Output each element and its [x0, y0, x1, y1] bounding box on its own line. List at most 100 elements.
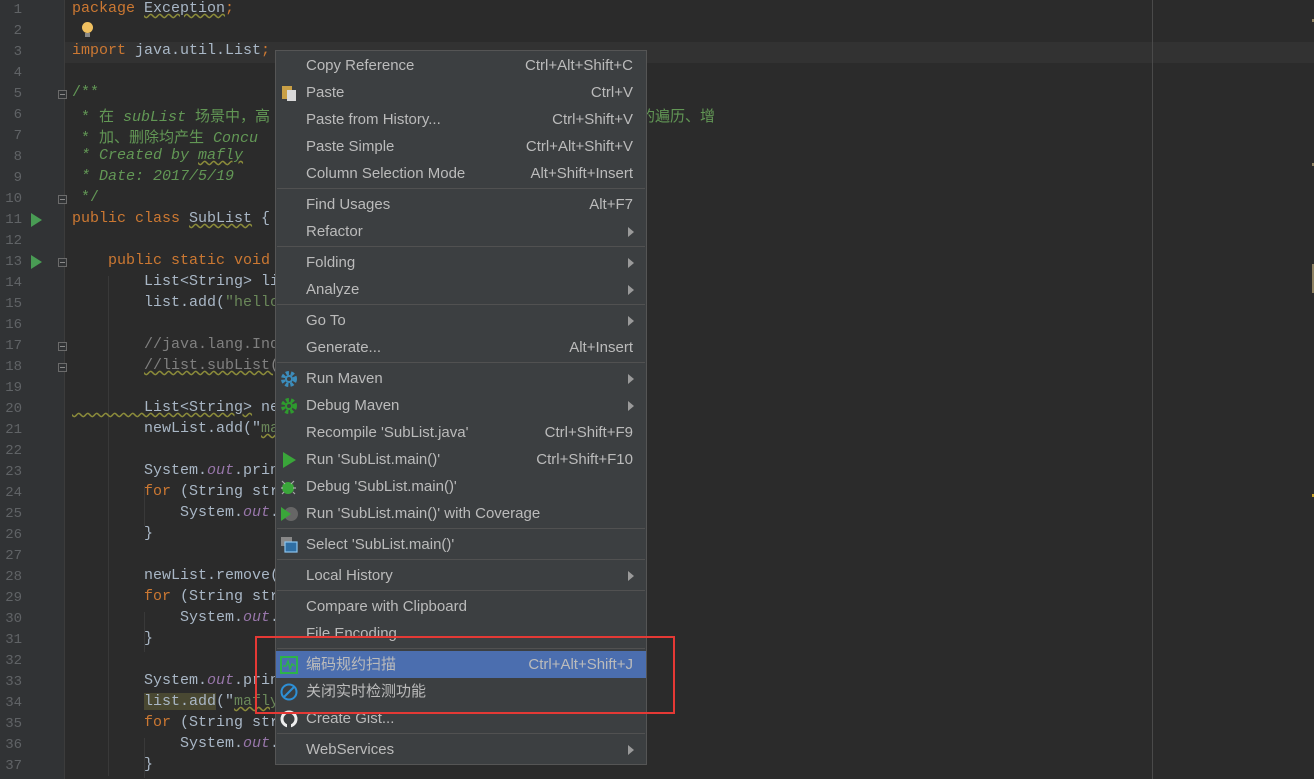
code-line[interactable]: public class SubList { — [72, 210, 270, 231]
code-line[interactable]: } — [72, 525, 153, 546]
menu-item-paste-simple[interactable]: Paste SimpleCtrl+Alt+Shift+V — [276, 133, 646, 160]
code-token: ; — [261, 42, 270, 59]
fold-marker-icon[interactable] — [58, 363, 67, 372]
code-line[interactable]: for (String str — [72, 483, 279, 504]
menu-item-find-usages[interactable]: Find UsagesAlt+F7 — [276, 191, 646, 218]
menu-item-generate[interactable]: Generate...Alt+Insert — [276, 334, 646, 361]
code-token: Exception — [144, 0, 225, 17]
menu-item-refactor[interactable]: Refactor — [276, 218, 646, 245]
menu-item-paste-from-history[interactable]: Paste from History...Ctrl+Shift+V — [276, 106, 646, 133]
code-line[interactable]: newList.remove( — [72, 567, 279, 588]
menu-item-shortcut: Ctrl+Shift+F10 — [536, 446, 633, 473]
code-line[interactable]: List<String> ne — [72, 399, 279, 420]
menu-item-shortcut: Ctrl+V — [591, 79, 633, 106]
menu-item-webservices[interactable]: WebServices — [276, 736, 646, 763]
menu-item-label: Local History — [306, 567, 393, 584]
code-line[interactable]: * Date: 2017/5/19 — [72, 168, 234, 189]
menu-item-debug-maven[interactable]: Debug Maven — [276, 392, 646, 419]
submenu-arrow-icon — [628, 285, 634, 295]
select-in-icon — [280, 536, 298, 554]
menu-item-label: Paste Simple — [306, 138, 394, 155]
menu-item-run-maven[interactable]: Run Maven — [276, 365, 646, 392]
code-line[interactable]: public static void — [72, 252, 270, 273]
code-token: ; — [225, 0, 234, 17]
code-line[interactable]: newList.add("ma — [72, 420, 279, 441]
code-line[interactable]: System.out. — [72, 609, 279, 630]
menu-item-folding[interactable]: Folding — [276, 249, 646, 276]
code-line[interactable]: } — [72, 630, 153, 651]
submenu-arrow-icon — [628, 316, 634, 326]
menu-item-analyze[interactable]: Analyze — [276, 276, 646, 303]
code-line[interactable]: package Exception; — [72, 0, 234, 21]
menu-item-select-sublist-main[interactable]: Select 'SubList.main()' — [276, 531, 646, 558]
clipboard-icon — [280, 84, 298, 102]
code-token: System. — [72, 504, 243, 521]
code-line[interactable]: System.out.prin — [72, 672, 279, 693]
submenu-arrow-icon — [628, 374, 634, 384]
menu-item-paste[interactable]: Paste Ctrl+V — [276, 79, 646, 106]
fold-marker-icon[interactable] — [58, 90, 67, 99]
menu-item-column-selection-mode[interactable]: Column Selection ModeAlt+Shift+Insert — [276, 160, 646, 187]
menu-item-label: Paste — [306, 84, 344, 101]
code-token: System. — [72, 609, 243, 626]
menu-item-copy-reference[interactable]: Copy ReferenceCtrl+Alt+Shift+C — [276, 52, 646, 79]
menu-item-run-sublist-main[interactable]: Run 'SubList.main()'Ctrl+Shift+F10 — [276, 446, 646, 473]
menu-item-run-sublist-main-with-coverage[interactable]: Run 'SubList.main()' with Coverage — [276, 500, 646, 527]
code-token: list.add — [144, 693, 216, 710]
code-token: System. — [72, 735, 243, 752]
debug-icon — [280, 478, 298, 496]
code-line[interactable]: list.add("hello — [72, 294, 279, 315]
menu-item-label: Debug 'SubList.main()' — [306, 478, 457, 495]
code-token: } — [72, 525, 153, 542]
fold-marker-icon[interactable] — [58, 342, 67, 351]
code-token: System. — [72, 672, 207, 689]
code-token: { — [252, 210, 270, 227]
code-token: } — [72, 756, 153, 773]
lightbulb-icon[interactable] — [82, 22, 93, 33]
code-token: /** — [72, 84, 99, 101]
menu-item-shortcut: Ctrl+Shift+F9 — [545, 419, 633, 446]
code-token: mafly — [198, 147, 243, 164]
menu-item-compare-with-clipboard[interactable]: Compare with Clipboard — [276, 593, 646, 620]
code-token: 场景中，高 — [186, 109, 270, 126]
code-line[interactable]: list.add("mafly — [72, 693, 279, 714]
code-line[interactable]: System.out. — [72, 504, 279, 525]
code-line[interactable]: System.out. — [72, 735, 279, 756]
menu-item-label: Refactor — [306, 223, 363, 240]
fold-marker-icon[interactable] — [58, 195, 67, 204]
menu-item-local-history[interactable]: Local History — [276, 562, 646, 589]
code-line[interactable]: } — [72, 756, 153, 777]
coverage-icon — [280, 505, 298, 523]
code-line[interactable]: * 在 subList 场景中，高 — [72, 105, 270, 126]
code-line[interactable]: * Created by mafly — [72, 147, 243, 168]
code-line[interactable]: * 加、删除均产生 Concu — [72, 126, 258, 147]
menu-item-label: WebServices — [306, 741, 394, 758]
menu-item-label: Column Selection Mode — [306, 165, 465, 182]
code-token: out — [243, 609, 270, 626]
code-line[interactable]: //java.lang.Ind — [72, 336, 279, 357]
code-line[interactable]: for (String str — [72, 714, 279, 735]
code-token: * Date: 2017/5/19 — [72, 168, 234, 185]
code-token — [72, 357, 144, 374]
code-line[interactable]: */ — [72, 189, 99, 210]
code-token: for — [72, 588, 180, 605]
menu-item-label: Generate... — [306, 339, 381, 356]
code-token: for — [72, 483, 180, 500]
code-token: * Created by — [72, 147, 198, 164]
code-line[interactable]: for (String str — [72, 588, 279, 609]
menu-item-label: Compare with Clipboard — [306, 598, 467, 615]
gear-blue-icon — [280, 370, 298, 388]
fold-marker-icon[interactable] — [58, 258, 67, 267]
menu-item-go-to[interactable]: Go To — [276, 307, 646, 334]
menu-item-shortcut: Alt+F7 — [589, 191, 633, 218]
code-line[interactable]: List<String> li — [72, 273, 279, 294]
code-line[interactable]: /** — [72, 84, 99, 105]
code-line[interactable]: //list.subList( — [72, 357, 279, 378]
submenu-arrow-icon — [628, 227, 634, 237]
code-line[interactable]: System.out.prin — [72, 462, 279, 483]
submenu-arrow-icon — [628, 745, 634, 755]
code-line[interactable]: import java.util.List; — [72, 42, 270, 63]
menu-item-debug-sublist-main[interactable]: Debug 'SubList.main()' — [276, 473, 646, 500]
code-token: package — [72, 0, 144, 17]
menu-item-recompile-sublist-java[interactable]: Recompile 'SubList.java'Ctrl+Shift+F9 — [276, 419, 646, 446]
